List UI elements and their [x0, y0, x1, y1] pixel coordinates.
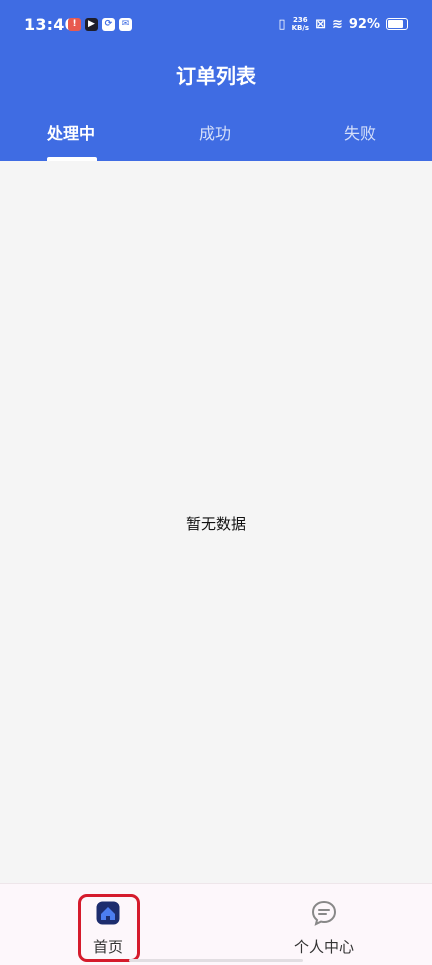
link-icon: ⟳: [102, 18, 115, 31]
tab-success[interactable]: 成功: [199, 120, 231, 144]
header: 13:40 ! ▶ ⟳ ✉ ▯ 236 KB/s ⊠ ≋ 92% 订单列表 处理…: [0, 0, 432, 161]
tab-processing[interactable]: 处理中: [47, 120, 95, 144]
chat-icon: [311, 900, 337, 926]
home-icon: [96, 901, 120, 925]
gesture-bar: [129, 959, 303, 962]
battery-level: [388, 20, 403, 28]
app-badge-red-icon: !: [68, 18, 81, 31]
tab-failed[interactable]: 失败: [344, 120, 376, 144]
status-left-icons: ! ▶ ⟳ ✉: [68, 18, 132, 31]
battery-icon: [386, 18, 408, 30]
order-list: 暂无数据: [0, 161, 432, 883]
mail-icon: ✉: [119, 18, 132, 31]
bottom-nav: 首页 个人中心: [0, 883, 432, 965]
page-title: 订单列表: [176, 64, 256, 88]
wifi-icon: ≋: [331, 16, 343, 32]
status-bar: 13:40 ! ▶ ⟳ ✉ ▯ 236 KB/s ⊠ ≋ 92%: [0, 0, 432, 50]
tab-bar: 处理中 成功 失败: [0, 112, 432, 161]
empty-state-text: 暂无数据: [185, 515, 246, 533]
nav-profile-button[interactable]: 个人中心: [284, 900, 364, 957]
app-badge-dark-icon: ▶: [85, 18, 98, 31]
nav-profile-label: 个人中心: [293, 938, 354, 956]
status-right: ▯ 236 KB/s ⊠ ≋ 92%: [278, 16, 408, 32]
battery-text: 92%: [348, 16, 380, 32]
nav-home-label: 首页: [92, 938, 123, 956]
no-signal-icon: ⊠: [315, 16, 326, 32]
network-speed: 236 KB/s: [291, 16, 310, 32]
nav-home-button[interactable]: 首页: [68, 900, 148, 957]
vibrate-icon: ▯: [278, 16, 286, 32]
